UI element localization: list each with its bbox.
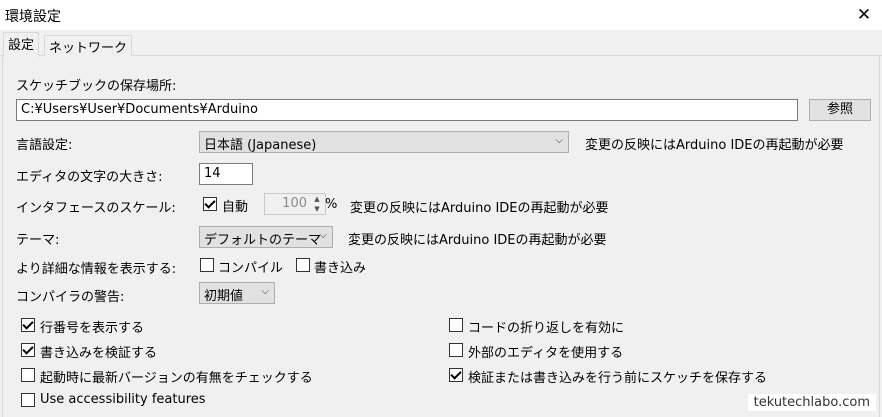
- scale-restart-note: 変更の反映にはArduino IDEの再起動が必要: [350, 201, 609, 216]
- verbose-upload-label: 書き込み: [314, 261, 367, 276]
- code-folding-label: コードの折り返しを有効に: [468, 321, 625, 336]
- scale-spinner[interactable]: 100 ▲ ▼: [264, 193, 326, 215]
- scale-auto-label: 自動: [222, 200, 249, 215]
- language-select-value: 日本語 (Japanese): [204, 138, 317, 153]
- theme-restart-note: 変更の反映にはArduino IDEの再起動が必要: [348, 233, 607, 248]
- language-label: 言語設定:: [16, 138, 73, 153]
- scale-auto-checkbox[interactable]: [203, 197, 217, 211]
- scale-unit: %: [325, 197, 338, 212]
- sketchbook-path-input[interactable]: C:¥Users¥User¥Documents¥Arduino: [16, 99, 798, 121]
- theme-select[interactable]: デフォルトのテーマ ⌵: [199, 226, 333, 248]
- browse-button[interactable]: 参照: [809, 99, 871, 121]
- tab-strip: 設定 ネットワーク: [0, 32, 882, 57]
- font-size-label: エディタの文字の大きさ:: [16, 170, 163, 185]
- verify-upload-label: 書き込みを検証する: [40, 346, 158, 361]
- chevron-down-icon: ⌵: [555, 135, 563, 146]
- verbose-upload-checkbox[interactable]: [296, 258, 310, 272]
- check-updates-label: 起動時に最新バージョンの有無をチェックする: [40, 371, 313, 386]
- language-restart-note: 変更の反映にはArduino IDEの再起動が必要: [585, 138, 844, 153]
- verbose-compile-label: コンパイル: [218, 261, 284, 276]
- chevron-down-icon: ⌵: [319, 230, 327, 241]
- warnings-select-value: 初期値: [204, 289, 244, 304]
- spin-down-icon[interactable]: ▼: [310, 204, 324, 214]
- verify-upload-checkbox[interactable]: [21, 343, 35, 357]
- accessibility-label: Use accessibility features: [40, 392, 206, 407]
- save-before-verify-checkbox[interactable]: [449, 368, 463, 382]
- save-before-verify-label: 検証または書き込みを行う前にスケッチを保存する: [468, 371, 768, 386]
- language-select[interactable]: 日本語 (Japanese) ⌵: [199, 131, 569, 153]
- check-updates-checkbox[interactable]: [21, 368, 35, 382]
- code-folding-checkbox[interactable]: [449, 318, 463, 332]
- title-bar: 環境設定 ✕: [0, 0, 882, 30]
- show-line-numbers-checkbox[interactable]: [21, 318, 35, 332]
- scale-value: 100: [282, 196, 307, 211]
- sketchbook-label: スケッチブックの保存場所:: [16, 79, 177, 94]
- tab-network[interactable]: ネットワーク: [44, 35, 133, 56]
- show-line-numbers-label: 行番号を表示する: [40, 321, 145, 336]
- close-icon[interactable]: ✕: [846, 0, 882, 30]
- theme-label: テーマ:: [16, 233, 60, 248]
- tab-settings[interactable]: 設定: [3, 32, 40, 57]
- scale-label: インタフェースのスケール:: [16, 201, 176, 216]
- chevron-down-icon: ⌵: [261, 286, 269, 297]
- external-editor-label: 外部のエディタを使用する: [468, 346, 624, 361]
- watermark: tekutechlabo.com: [747, 394, 876, 411]
- font-size-input[interactable]: 14: [199, 163, 253, 185]
- theme-select-value: デフォルトのテーマ: [204, 233, 322, 248]
- warnings-label: コンパイラの警告:: [16, 290, 125, 305]
- window-title: 環境設定: [5, 9, 61, 25]
- spin-up-icon[interactable]: ▲: [310, 194, 324, 204]
- warnings-select[interactable]: 初期値 ⌵: [199, 282, 275, 304]
- external-editor-checkbox[interactable]: [449, 343, 463, 357]
- verbose-compile-checkbox[interactable]: [200, 258, 214, 272]
- verbose-label: より詳細な情報を表示する:: [16, 262, 177, 277]
- accessibility-checkbox[interactable]: [21, 393, 35, 407]
